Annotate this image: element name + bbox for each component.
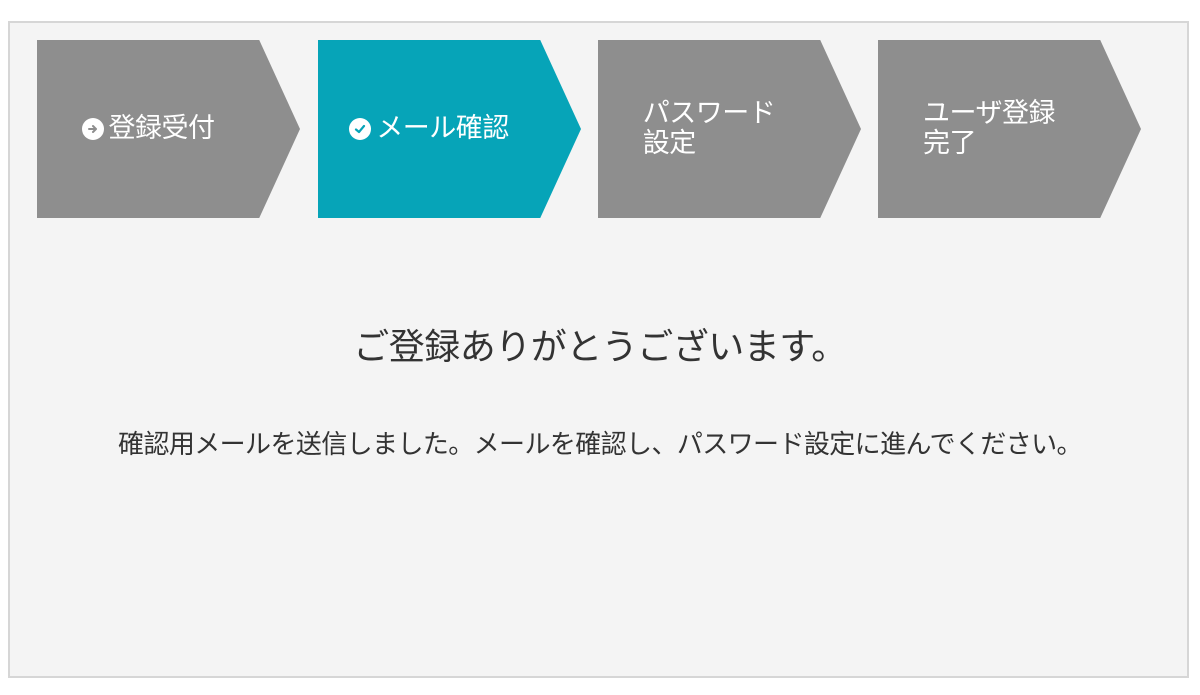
- step-registration: 登録受付: [37, 40, 300, 218]
- step-registration-complete: ユーザ登録 完了: [878, 40, 1141, 218]
- thank-you-heading: ご登録ありがとうございます。: [353, 327, 847, 368]
- check-circle-icon: [349, 118, 372, 140]
- step-label: 登録受付: [108, 113, 216, 144]
- step-label: ユーザ登録 完了: [923, 98, 1055, 159]
- step-label: パスワード 設定: [642, 98, 776, 159]
- confirmation-message: 確認用メールを送信しました。メールを確認し、パスワード設定に進んでください。: [118, 430, 1083, 460]
- progress-steps: 登録受付 メール確認 パスワード 設定 ユーザ登録 完了: [37, 40, 1147, 218]
- step-password-setting: パスワード 設定: [598, 40, 861, 218]
- step-label: メール確認: [376, 113, 509, 144]
- step-email-confirmation: メール確認: [318, 40, 581, 218]
- arrow-right-circle-icon: [81, 118, 104, 140]
